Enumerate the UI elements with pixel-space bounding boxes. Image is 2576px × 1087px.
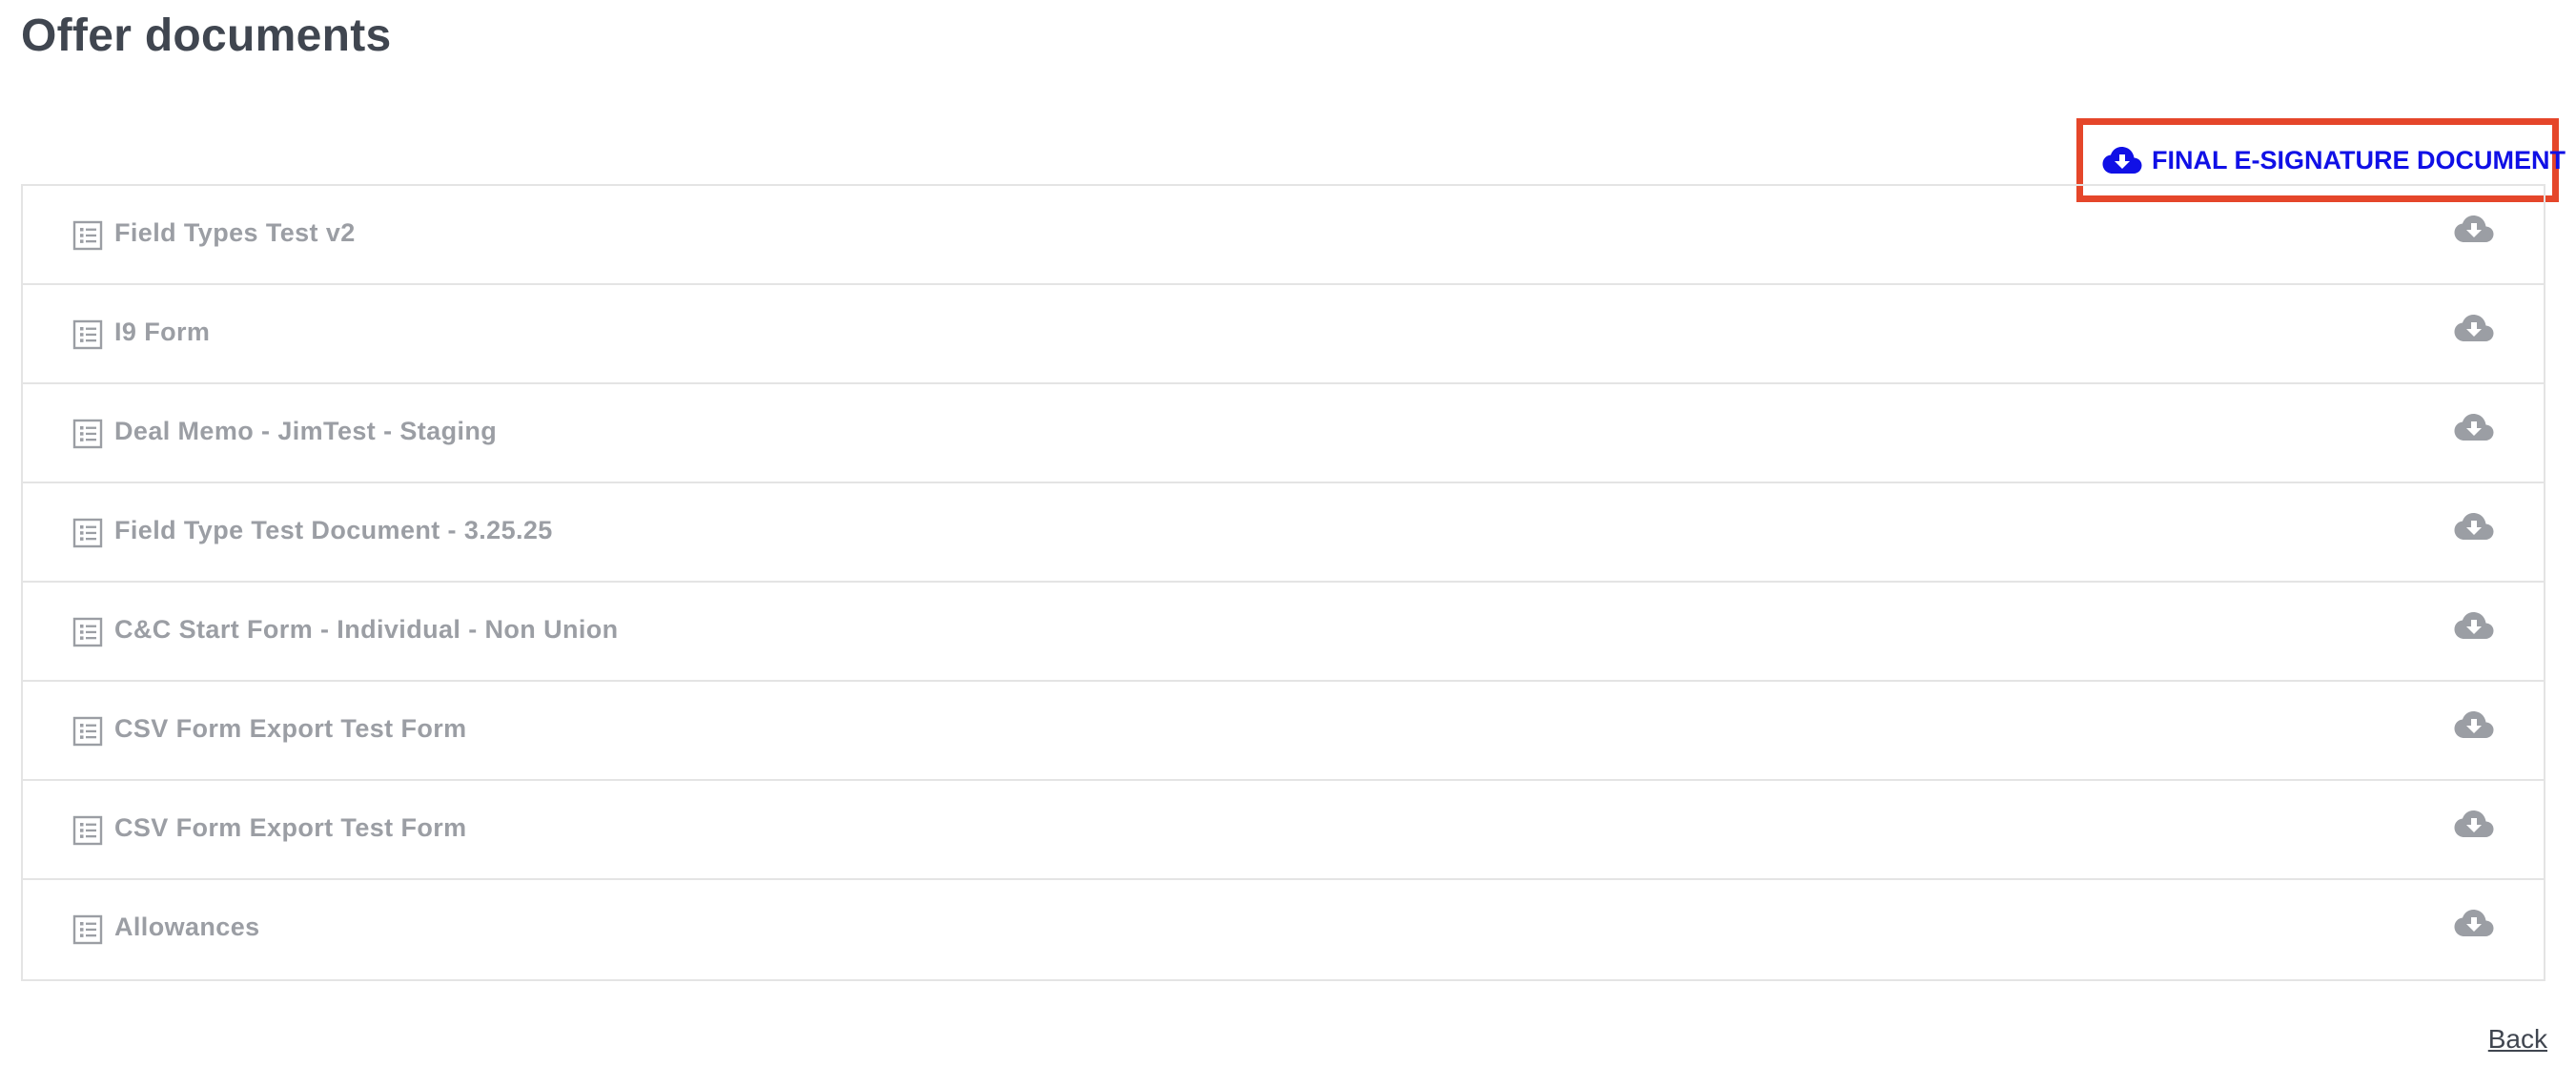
cloud-download-icon[interactable] [2454, 609, 2494, 642]
list-document-icon [72, 716, 103, 747]
document-name: Allowances [114, 913, 260, 941]
cloud-download-icon[interactable] [2454, 213, 2494, 245]
cloud-download-icon[interactable] [2454, 411, 2494, 443]
cloud-download-icon[interactable] [2454, 907, 2494, 939]
final-esignature-document-label: FINAL E-SIGNATURE DOCUMENT [2152, 145, 2566, 174]
cloud-download-icon [2102, 146, 2142, 174]
documents-list: Field Types Test v2 I9 Form Deal Memo - … [21, 184, 2545, 981]
list-document-icon [72, 319, 103, 350]
list-document-icon [72, 220, 103, 251]
cloud-download-icon[interactable] [2454, 312, 2494, 344]
list-document-icon [72, 617, 103, 647]
document-row[interactable]: Field Type Test Document - 3.25.25 [23, 483, 2544, 583]
document-row[interactable]: I9 Form [23, 285, 2544, 384]
document-row[interactable]: Field Types Test v2 [23, 186, 2544, 285]
document-name: Deal Memo - JimTest - Staging [114, 417, 498, 445]
document-row[interactable]: Deal Memo - JimTest - Staging [23, 384, 2544, 483]
list-document-icon [72, 419, 103, 449]
cloud-download-icon[interactable] [2454, 808, 2494, 840]
document-name: Field Type Test Document - 3.25.25 [114, 516, 553, 544]
document-name: I9 Form [114, 318, 211, 346]
list-document-icon [72, 914, 103, 945]
back-link[interactable]: Back [2488, 1024, 2547, 1055]
document-name: CSV Form Export Test Form [114, 813, 467, 842]
document-name: CSV Form Export Test Form [114, 714, 467, 743]
page-title: Offer documents [21, 10, 392, 61]
document-row[interactable]: C&C Start Form - Individual - Non Union [23, 583, 2544, 682]
cloud-download-icon[interactable] [2454, 510, 2494, 543]
document-row[interactable]: CSV Form Export Test Form [23, 682, 2544, 781]
document-name: C&C Start Form - Individual - Non Union [114, 615, 619, 644]
list-document-icon [72, 518, 103, 548]
document-row[interactable]: CSV Form Export Test Form [23, 781, 2544, 880]
document-name: Field Types Test v2 [114, 218, 356, 247]
cloud-download-icon[interactable] [2454, 708, 2494, 741]
list-document-icon [72, 815, 103, 846]
document-row[interactable]: Allowances [23, 880, 2544, 979]
